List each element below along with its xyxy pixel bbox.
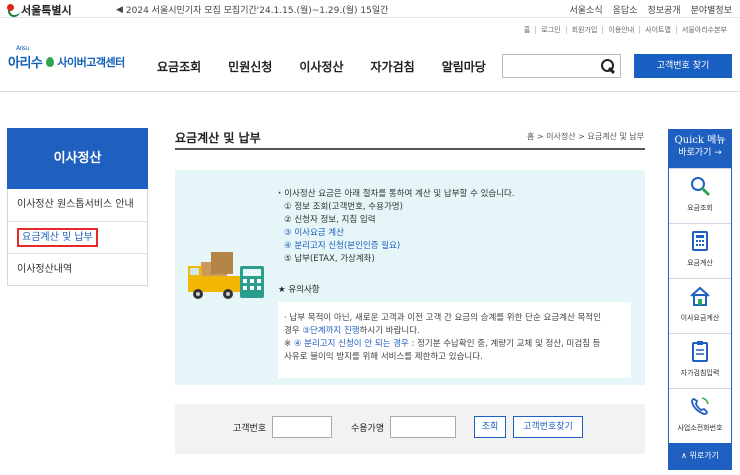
gnb-move-settlement[interactable]: 이사정산 [299,58,343,75]
quick-menu-subtitle: 바로가기 → [678,148,722,158]
topnav-field-info[interactable]: 분야별정보 [691,3,732,16]
sidebar-menu: 이사정산 원스톱서비스 안내 요금계산 및 납부 이사정산내역 [7,189,148,286]
sidebar-item-onestop[interactable]: 이사정산 원스톱서비스 안내 [8,189,147,221]
title-divider [175,148,645,150]
sidebar-item-label: 이사정산내역 [17,264,73,275]
quick-item-label: 이사요금계산 [680,314,720,322]
util-guide[interactable]: 이용안내 [602,26,639,34]
caution-line-3: ※ ④ 분리고지 신청이 안 되는 경우 : 정기분 수납확인 중, 계량기 교… [284,339,601,349]
page-title: 요금계산 및 납부 [175,131,261,145]
water-drop-icon [45,55,55,68]
gnb-civil-request[interactable]: 민원신청 [228,58,272,75]
main-nav: 요금조회 민원신청 이사정산 자가검침 알림마당 [157,58,486,75]
top-bar: 서울특별시 ◀ 2024 서울시민기자 모집 모집기간'24.1.15.(월)~… [0,0,740,18]
clipboard-icon [692,341,708,362]
megaphone-icon: ◀ [116,4,123,15]
search-box [502,54,621,78]
lookup-form: 고객번호 수용가명 조회 고객번호찾기 [175,404,645,454]
caution-line-1: · 납부 목적이 아닌, 새로운 고객과 이전 고객 간 요금의 승계를 위한 … [284,313,601,323]
step-2: ② 신청자 정보, 지침 입력 [284,215,376,225]
utility-links: 홈 로그인 회원가입 이용안내 사이트맵 서울아리수본부 [519,26,732,34]
caution-title: ★ 유의사항 [278,285,320,295]
quick-item-label: 사업소전화번호 [677,424,723,432]
quick-menu: Quick 메뉴 바로가기 → 요금조회 요금계산 이사요금계산 자가검침입력 … [668,129,732,470]
gnb-bill-inquiry[interactable]: 요금조회 [157,58,201,75]
step-3-link[interactable]: ③ 이사요금 계산 [278,227,515,240]
sidebar-item-label: 요금계산 및 납부 [17,228,98,247]
step-5: ⑤ 납부(ETAX, 가상계좌) [284,254,375,264]
phone-icon [691,397,709,415]
step-1: ① 정보 조회(고객번호, 수용가명) [284,202,403,212]
quick-item-bill-inquiry[interactable]: 요금조회 [669,168,731,223]
customer-number-label: 고객번호 [233,424,267,434]
topnav-info-open[interactable]: 정보공개 [647,3,680,16]
procedure-guide: 이사정산 요금은 아래 절차를 통하여 계산 및 납부할 수 있습니다. ① 정… [278,188,515,266]
sidebar-item-label: 이사정산 원스톱서비스 안내 [17,199,134,210]
quick-item-self-reading[interactable]: 자가검침입력 [669,333,731,388]
sidebar-title: 이사정산 [7,128,148,189]
topnav-news[interactable]: 서울소식 [570,3,603,16]
notice-ticker[interactable]: ◀ 2024 서울시민기자 모집 모집기간'24.1.15.(월)~1.29.(… [116,3,389,17]
notice-text: 2024 서울시민기자 모집 모집기간'24.1.15.(월)~1.29.(월)… [125,6,389,16]
lookup-button[interactable]: 조회 [474,416,506,438]
split-notice-unavailable: ④ 분리고지 신청이 안 되는 경우 [293,339,409,349]
seoul-logo-icon [6,4,20,17]
seoul-logo[interactable]: 서울특별시 [6,2,72,18]
guide-lead: 이사정산 요금은 아래 절차를 통하여 계산 및 납부할 수 있습니다. [278,188,514,201]
quick-menu-title: Quick 메뉴 [674,135,726,146]
magnifier-icon [691,177,711,197]
brand-small: Arisu [16,45,29,52]
user-name-input[interactable] [390,416,456,438]
quick-item-move-calc[interactable]: 이사요금계산 [669,278,731,333]
gnb-notice[interactable]: 알림마당 [442,58,486,75]
quick-item-office-phone[interactable]: 사업소전화번호 [669,388,731,443]
quick-item-calc[interactable]: 요금계산 [669,223,731,278]
top-nav: 서울소식 응답소 정보공개 분야별정보 [570,3,733,16]
calculator-icon [692,231,708,251]
quick-menu-header: Quick 메뉴 바로가기 → [669,130,731,168]
quick-item-label: 자가검침입력 [680,369,720,377]
site-header: Arisu 아리수 사이버고객센터 요금조회 민원신청 이사정산 자가검침 알림… [0,40,740,92]
util-arisu-hq[interactable]: 서울아리수본부 [675,26,732,34]
arisu-logo[interactable]: Arisu 아리수 사이버고객센터 [8,45,125,71]
user-name-label: 수용가명 [351,424,385,434]
brand-center: 사이버고객센터 [57,55,125,69]
caution-line-4: 사유로 불이익 방지를 위해 서비스를 제한하고 있습니다. [284,352,483,362]
find-customer-button[interactable]: 고객번호찾기 [513,416,583,438]
step-4-link[interactable]: ④ 분리고지 신청(본인인증 필요) [278,240,515,253]
util-signup[interactable]: 회원가입 [565,26,603,34]
house-icon [690,286,710,306]
search-icon[interactable] [600,58,616,74]
quick-item-label: 요금조회 [687,204,713,212]
info-box: 이사정산 요금은 아래 절차를 통하여 계산 및 납부할 수 있습니다. ① 정… [175,170,645,385]
search-input[interactable] [503,55,595,77]
util-sitemap[interactable]: 사이트맵 [639,26,676,34]
sidebar-item-history[interactable]: 이사정산내역 [8,253,147,285]
caution-line-2: 경우 ③단계까지 진행하시기 바랍니다. [284,326,420,336]
util-home[interactable]: 홈 [519,26,535,34]
gnb-self-reading[interactable]: 자가검침 [371,58,415,75]
topnav-response[interactable]: 응답소 [613,3,638,16]
brand-name: Arisu 아리수 [8,45,43,71]
sidebar-item-calc-pay[interactable]: 요금계산 및 납부 [8,221,147,253]
util-login[interactable]: 로그인 [535,26,565,34]
breadcrumb: 홈 > 이사정산 > 요금계산 및 납부 [527,132,644,141]
find-customer-number-button[interactable]: 고객번호 찾기 [634,54,732,78]
customer-number-input[interactable] [272,416,332,438]
seoul-label: 서울특별시 [21,4,72,17]
scroll-to-top-button[interactable]: ∧ 위로가기 [669,443,731,469]
quick-item-label: 요금계산 [687,259,713,267]
step3-link[interactable]: ③단계까지 진행 [302,326,359,336]
truck-calculator-icon [188,252,264,299]
caution-box: · 납부 목적이 아닌, 새로운 고객과 이전 고객 간 요금의 승계를 위한 … [278,302,631,378]
